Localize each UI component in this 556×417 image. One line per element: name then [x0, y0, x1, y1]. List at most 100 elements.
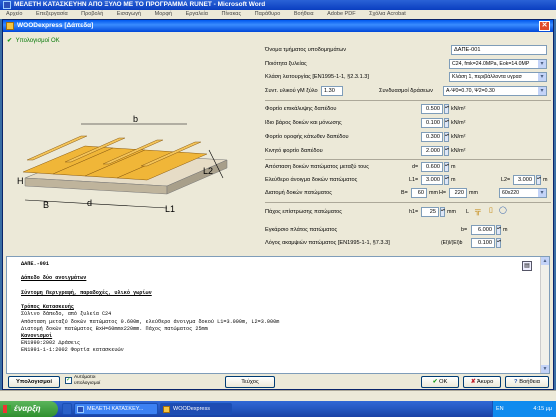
- ceiling-load-spinner[interactable]: ▴▾: [444, 132, 449, 142]
- scroll-down-icon[interactable]: ▼: [541, 365, 549, 373]
- cancel-button[interactable]: ✘ Άκυρο: [463, 376, 501, 388]
- unit-label: kN/m²: [451, 134, 466, 140]
- task-label: ΜΕΛΕΤΗ ΚΑΤΑΣΚΕΥ...: [87, 406, 144, 412]
- plank-spinner[interactable]: ▴▾: [440, 207, 445, 217]
- h-input[interactable]: 220: [449, 188, 467, 198]
- t-section-icon[interactable]: ╦: [475, 206, 481, 216]
- deflection-symbol: (EI)l/(EI)b: [441, 240, 463, 246]
- l2-symbol: L2=: [501, 177, 511, 183]
- floor-diagram: b L2 L1 H B d: [17, 114, 228, 214]
- quicklaunch-icon[interactable]: [62, 403, 72, 415]
- menu-item[interactable]: Εργαλεία: [186, 11, 208, 17]
- spacing-spinner[interactable]: ▴▾: [444, 162, 449, 172]
- width-label: Εγκάρσιο πλάτος πατώματος: [265, 227, 338, 233]
- close-icon[interactable]: ✕: [539, 21, 550, 31]
- b-symbol: B=: [401, 190, 408, 196]
- start-label: έναρξη: [14, 404, 41, 413]
- floor-finish-label: Φορτίο επικάλυψης δαπέδου: [265, 106, 337, 112]
- width-input[interactable]: 6.000: [471, 225, 495, 235]
- b-input[interactable]: 60: [411, 188, 427, 198]
- help-button[interactable]: ? Βοήθεια: [505, 376, 549, 388]
- dim-label-d: d: [87, 198, 92, 208]
- l2-input[interactable]: 3.000: [513, 175, 535, 185]
- combination-select[interactable]: A-Ψ0=0.70, Ψ2=0.30: [443, 86, 547, 96]
- report-line: Τρόπος Κατασκευής: [21, 304, 74, 311]
- rect-section-icon[interactable]: ▯: [489, 206, 493, 216]
- menu-item[interactable]: Adobe PDF: [327, 11, 355, 17]
- mm-unit: mm: [429, 190, 438, 196]
- ok-button-label: OK: [439, 379, 448, 385]
- menu-item[interactable]: Μορφή: [155, 11, 172, 17]
- l2-spinner[interactable]: ▴▾: [536, 175, 541, 185]
- report-line: [21, 268, 539, 275]
- l1-spinner[interactable]: ▴▾: [444, 175, 449, 185]
- menu-item[interactable]: Αρχείο: [6, 11, 22, 17]
- menu-item[interactable]: Σχόλια Acrobat: [369, 11, 406, 17]
- calc-button[interactable]: Υπολογισμοί: [8, 376, 60, 388]
- scroll-up-icon[interactable]: ▲: [541, 257, 549, 265]
- self-weight-input[interactable]: 0.100: [421, 118, 443, 128]
- menu-item[interactable]: Βοήθεια: [294, 11, 314, 17]
- service-class-label: Κλάση λειτουργίας [EN1995-1-1, §2.3.1.3]: [265, 74, 369, 80]
- language-indicator[interactable]: EN: [496, 401, 504, 417]
- live-load-label: Κινητό φορτίο δαπέδου: [265, 148, 323, 154]
- windows-logo-icon: [3, 405, 11, 413]
- print-icon[interactable]: ▤: [522, 261, 532, 271]
- l1-symbol: L1=: [409, 177, 419, 183]
- menu-item[interactable]: Παράθυρο: [255, 11, 281, 17]
- circle-section-icon[interactable]: ◯: [499, 206, 507, 216]
- live-load-spinner[interactable]: ▴▾: [444, 146, 449, 156]
- menu-item[interactable]: Προβολή: [81, 11, 103, 17]
- ok-button[interactable]: ✔ OK: [421, 376, 459, 388]
- word-icon: [77, 406, 84, 413]
- task-word[interactable]: ΜΕΛΕΤΗ ΚΑΤΑΣΚΕΥ...: [74, 403, 158, 415]
- dialog-title: WOODexpress [Δάπεδα]: [17, 22, 94, 29]
- self-weight-spinner[interactable]: ▴▾: [444, 118, 449, 128]
- report-button[interactable]: Τεύχος: [225, 376, 275, 388]
- width-symbol: b=: [461, 227, 468, 233]
- live-load-input[interactable]: 2.000: [421, 146, 443, 156]
- word-menu-bar: Αρχείο Επεξεργασία Προβολή Εισαγωγή Μορφ…: [0, 10, 556, 19]
- cancel-button-label: Άκυρο: [476, 379, 494, 385]
- l1-input[interactable]: 3.000: [421, 175, 443, 185]
- menu-item[interactable]: Εισαγωγή: [117, 11, 141, 17]
- auto-calc-label: Αυτόματοι υπολογισμοί: [74, 375, 101, 386]
- gamma-label: Συντ. υλικού γM ξύλο: [265, 88, 318, 94]
- dim-label-l2: L2: [203, 166, 213, 176]
- deflection-spinner[interactable]: ▴▾: [496, 238, 501, 248]
- unit-label: m: [451, 177, 456, 183]
- task-woodexpress[interactable]: WOODexpress: [160, 403, 232, 415]
- system-tray: EN 4:15 μμ: [492, 401, 556, 417]
- start-button[interactable]: έναρξη: [0, 401, 58, 417]
- spacing-input[interactable]: 0.600: [421, 162, 443, 172]
- spacing-label: Απόσταση δοκών πατώματος μεταξύ τους: [265, 164, 369, 170]
- menu-item[interactable]: Πίνακας: [221, 11, 241, 17]
- floor-finish-input[interactable]: 0.500: [421, 104, 443, 114]
- menu-item[interactable]: Επεξεργασία: [36, 11, 68, 17]
- quality-select[interactable]: C24, fmk=24.0MPa, Eok=14.0MP: [449, 59, 547, 69]
- report-line: Σύλινο δάπεδο, από ξυλεία C24: [21, 311, 112, 318]
- spans-label: Ελεύθερο άνοιγμα δοκών πατώματος: [265, 177, 358, 183]
- gamma-input[interactable]: 1.30: [321, 86, 343, 96]
- report-view[interactable]: ΔΑΠΕ.-001 Δάπεδο δύο ανοιγμάτων Σύντομη …: [6, 256, 550, 374]
- element-name-input[interactable]: ΔΑΠΕ-001: [451, 45, 547, 55]
- plank-label: Πάχος επίστρωσης πατώματος: [265, 209, 342, 215]
- ceiling-load-input[interactable]: 0.300: [421, 132, 443, 142]
- auto-calc-checkbox[interactable]: ✓: [65, 377, 72, 384]
- clock[interactable]: 4:15 μμ: [533, 401, 552, 417]
- unit-label: m: [503, 227, 508, 233]
- word-title-text: ΜΕΛΕΤΗ ΚΑΤΑΣΚΕΥΗΝ ΑΠΟ ΞΥΛΟ ΜΕ ΤΟ ΠΡΟΓΡΑΜ…: [14, 1, 266, 8]
- report-line: Διατομή δοκών πατώματος BxH=60mmx220mm. …: [21, 325, 208, 332]
- section-preset-select[interactable]: 60x220: [499, 188, 547, 198]
- width-spinner[interactable]: ▴▾: [496, 225, 501, 235]
- plank-symbol: h1=: [409, 209, 419, 215]
- plank-input[interactable]: 25: [421, 207, 439, 217]
- deflection-input[interactable]: 0.100: [471, 238, 495, 248]
- dialog-title-bar: WOODexpress [Δάπεδα] ✕: [3, 20, 553, 32]
- deflection-label: Λόγος ακαμψιών πατώματος [EN1995-1-1, §7…: [265, 240, 390, 246]
- report-line: ΔΑΠΕ.-001: [21, 261, 50, 267]
- floor-finish-spinner[interactable]: ▴▾: [444, 104, 449, 114]
- service-class-select[interactable]: Κλάση 1, περιβάλλοντα υγρασ: [449, 72, 547, 82]
- divider: [265, 100, 551, 101]
- report-scrollbar[interactable]: ▲ ▼: [540, 257, 549, 373]
